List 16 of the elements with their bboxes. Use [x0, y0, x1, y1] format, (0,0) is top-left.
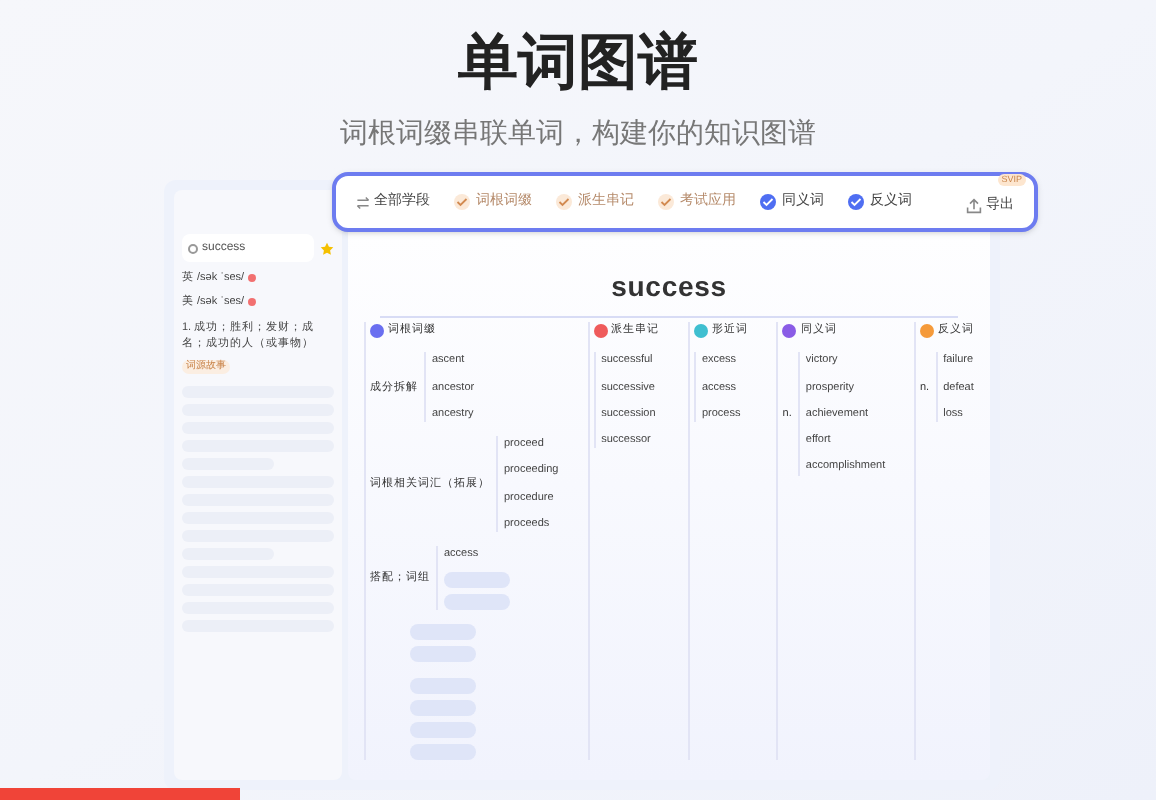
speaker-icon[interactable] [248, 274, 257, 283]
check-icon [762, 196, 774, 208]
upload-icon [966, 198, 982, 214]
check-icon [456, 196, 468, 208]
checkbox[interactable] [848, 194, 864, 210]
page-title: 单词图谱 [458, 28, 698, 100]
checkbox[interactable] [760, 194, 776, 210]
page-subtitle: 词根词缀串联单词，构建你的知识图谱 [340, 114, 816, 152]
check-icon [558, 196, 570, 208]
search-icon [188, 243, 198, 253]
check-icon [660, 196, 672, 208]
root-word: success [611, 268, 727, 306]
speaker-icon[interactable] [248, 298, 257, 307]
star-icon[interactable] [320, 241, 334, 255]
swap-icon [356, 195, 370, 209]
check-icon [850, 196, 862, 208]
